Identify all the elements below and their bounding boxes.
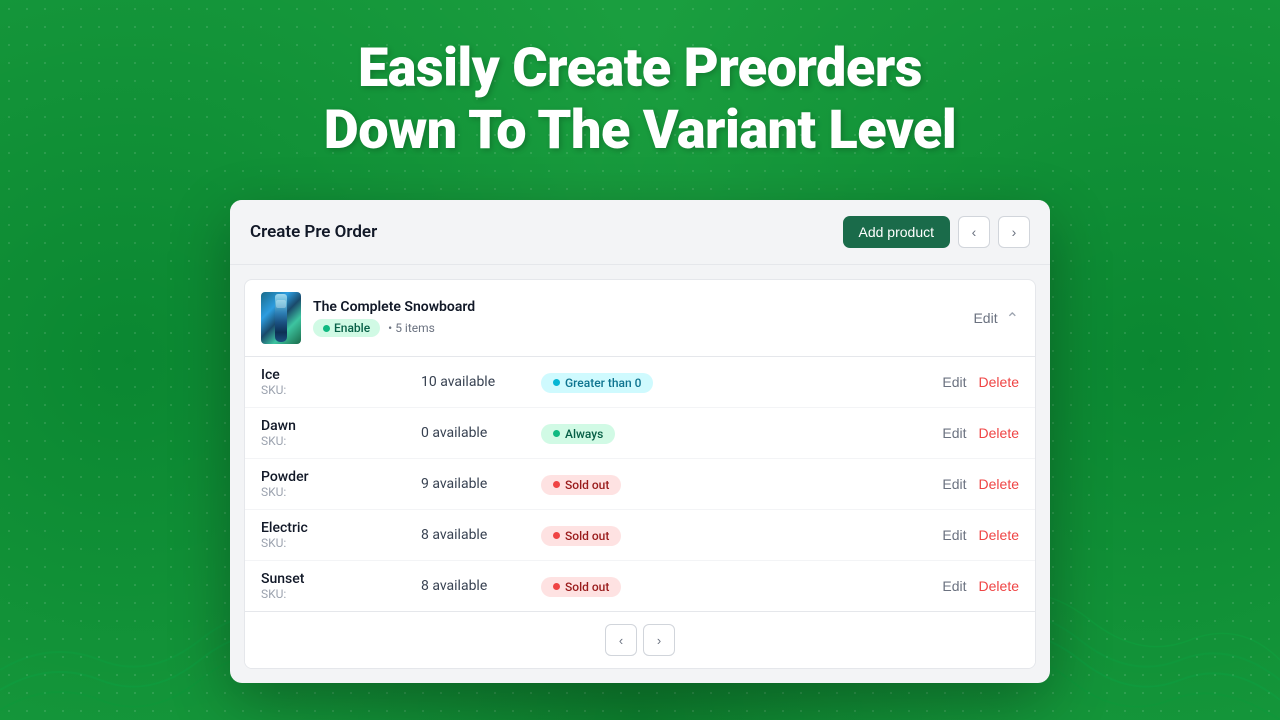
app-title: Create Pre Order bbox=[250, 222, 377, 242]
variant-sku: SKU: bbox=[261, 536, 421, 550]
product-badges: Enable • 5 items bbox=[313, 319, 475, 337]
variant-name: Electric bbox=[261, 520, 421, 536]
variant-stock: 10 available bbox=[421, 374, 541, 390]
product-area: The Complete Snowboard Enable • 5 items … bbox=[244, 279, 1036, 669]
variant-edit-button[interactable]: Edit bbox=[942, 527, 966, 543]
variant-delete-button[interactable]: Delete bbox=[979, 425, 1019, 441]
page-prev-button[interactable]: ‹ bbox=[605, 624, 637, 656]
nav-prev-button[interactable]: ‹ bbox=[958, 216, 990, 248]
variant-delete-button[interactable]: Delete bbox=[979, 476, 1019, 492]
variant-row: Powder SKU: 9 available Sold out Edit De… bbox=[245, 459, 1035, 510]
headline: Easily Create Preorders Down To The Vari… bbox=[324, 38, 956, 162]
add-product-button[interactable]: Add product bbox=[843, 216, 951, 248]
tag-sold-out: Sold out bbox=[541, 475, 621, 495]
variant-badge-area: Sold out bbox=[541, 575, 942, 597]
tag-sold-out: Sold out bbox=[541, 577, 621, 597]
variant-actions: Edit Delete bbox=[942, 527, 1019, 543]
variant-stock: 8 available bbox=[421, 578, 541, 594]
variant-edit-button[interactable]: Edit bbox=[942, 425, 966, 441]
app-header: Create Pre Order Add product ‹ › bbox=[230, 200, 1050, 265]
items-count-badge: • 5 items bbox=[388, 321, 435, 335]
variant-actions: Edit Delete bbox=[942, 374, 1019, 390]
page-next-button[interactable]: › bbox=[643, 624, 675, 656]
pagination-bar: ‹ › bbox=[245, 611, 1035, 668]
variant-badge-area: Sold out bbox=[541, 524, 942, 546]
variant-actions: Edit Delete bbox=[942, 578, 1019, 594]
variant-badge-area: Sold out bbox=[541, 473, 942, 495]
variants-container: Ice SKU: 10 available Greater than 0 Edi… bbox=[245, 357, 1035, 611]
variant-edit-button[interactable]: Edit bbox=[942, 374, 966, 390]
variant-badge-area: Always bbox=[541, 422, 942, 444]
variant-delete-button[interactable]: Delete bbox=[979, 527, 1019, 543]
variant-name: Sunset bbox=[261, 571, 421, 587]
variant-info: Electric SKU: bbox=[261, 520, 421, 550]
variant-delete-button[interactable]: Delete bbox=[979, 374, 1019, 390]
product-header-action: Edit ⌃ bbox=[973, 309, 1019, 328]
tag-always: Always bbox=[541, 424, 615, 444]
variant-row: Electric SKU: 8 available Sold out Edit … bbox=[245, 510, 1035, 561]
variant-info: Ice SKU: bbox=[261, 367, 421, 397]
nav-next-button[interactable]: › bbox=[998, 216, 1030, 248]
product-image bbox=[261, 292, 301, 344]
variant-sku: SKU: bbox=[261, 383, 421, 397]
variant-row: Ice SKU: 10 available Greater than 0 Edi… bbox=[245, 357, 1035, 408]
variant-actions: Edit Delete bbox=[942, 476, 1019, 492]
product-meta: The Complete Snowboard Enable • 5 items bbox=[313, 299, 475, 337]
product-edit-button[interactable]: Edit bbox=[973, 310, 997, 326]
page-content: Easily Create Preorders Down To The Vari… bbox=[0, 0, 1280, 683]
variant-delete-button[interactable]: Delete bbox=[979, 578, 1019, 594]
variant-badge-area: Greater than 0 bbox=[541, 371, 942, 393]
tag-sold-out: Sold out bbox=[541, 526, 621, 546]
variant-info: Sunset SKU: bbox=[261, 571, 421, 601]
collapse-icon[interactable]: ⌃ bbox=[1006, 309, 1019, 328]
variant-name: Ice bbox=[261, 367, 421, 383]
product-header: The Complete Snowboard Enable • 5 items … bbox=[245, 280, 1035, 357]
variant-stock: 0 available bbox=[421, 425, 541, 441]
header-actions: Add product ‹ › bbox=[843, 216, 1031, 248]
variant-name: Dawn bbox=[261, 418, 421, 434]
variant-edit-button[interactable]: Edit bbox=[942, 578, 966, 594]
headline-line2: Down To The Variant Level bbox=[324, 100, 956, 162]
variant-name: Powder bbox=[261, 469, 421, 485]
variant-stock: 9 available bbox=[421, 476, 541, 492]
variant-row: Sunset SKU: 8 available Sold out Edit De… bbox=[245, 561, 1035, 611]
app-window: Create Pre Order Add product ‹ › The Com… bbox=[230, 200, 1050, 683]
variant-actions: Edit Delete bbox=[942, 425, 1019, 441]
tag-greater-than-0: Greater than 0 bbox=[541, 373, 653, 393]
variant-sku: SKU: bbox=[261, 485, 421, 499]
snowboard-graphic bbox=[275, 294, 287, 342]
variant-edit-button[interactable]: Edit bbox=[942, 476, 966, 492]
variant-sku: SKU: bbox=[261, 434, 421, 448]
headline-line1: Easily Create Preorders bbox=[324, 38, 956, 100]
product-name: The Complete Snowboard bbox=[313, 299, 475, 315]
enable-badge: Enable bbox=[313, 319, 380, 337]
variant-stock: 8 available bbox=[421, 527, 541, 543]
variant-row: Dawn SKU: 0 available Always Edit Delete bbox=[245, 408, 1035, 459]
variant-info: Powder SKU: bbox=[261, 469, 421, 499]
product-info: The Complete Snowboard Enable • 5 items bbox=[261, 292, 475, 344]
variant-sku: SKU: bbox=[261, 587, 421, 601]
variant-info: Dawn SKU: bbox=[261, 418, 421, 448]
